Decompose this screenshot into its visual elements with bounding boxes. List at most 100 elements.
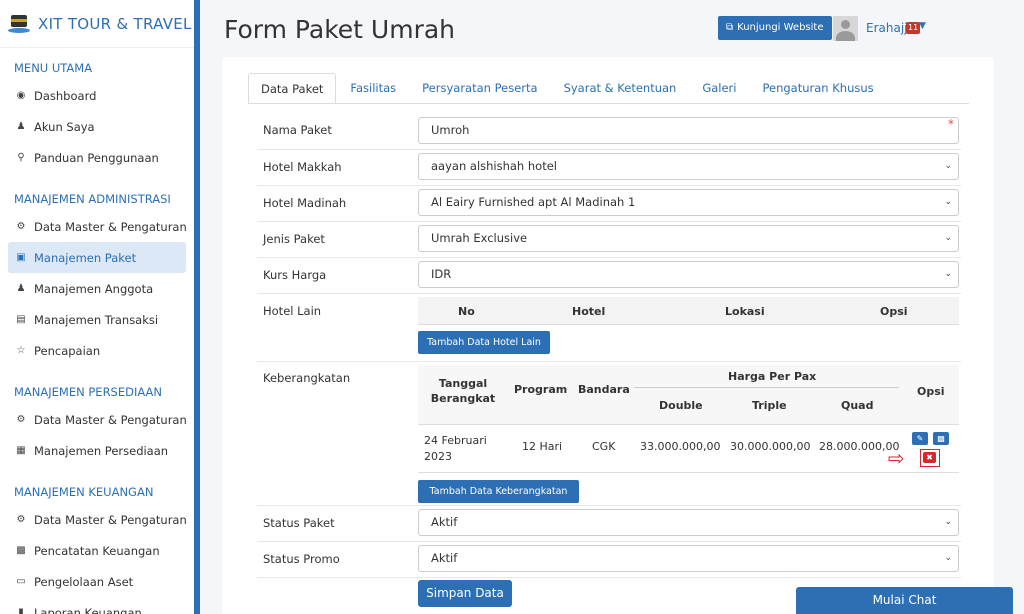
delete-highlight: ✖ <box>920 449 940 467</box>
chart-icon: ▮ <box>18 607 24 614</box>
jenis-paket-select[interactable]: Umrah Exclusive ⌄ <box>418 225 959 252</box>
status-paket-label: Status Paket <box>263 516 335 530</box>
avatar[interactable] <box>833 16 858 41</box>
column-header: Bandara <box>578 383 630 396</box>
hotel-madinah-label: Hotel Madinah <box>263 196 347 210</box>
keberangkatan-label: Keberangkatan <box>263 371 351 385</box>
users-icon: ♟ <box>16 283 26 294</box>
status-promo-select[interactable]: Aktif ⌄ <box>418 545 959 572</box>
sidebar-item-manajemen-transaksi[interactable]: ▤ Manajemen Transaksi <box>0 304 194 335</box>
status-promo-label: Status Promo <box>263 552 340 566</box>
column-header: Lokasi <box>725 305 765 318</box>
column-header: Double <box>659 399 703 412</box>
cubes-icon: ▦ <box>16 445 26 456</box>
form-row-hotel-lain: Hotel Lain No Hotel Lokasi Opsi Tambah D… <box>257 293 961 361</box>
double-price-cell: 33.000.000,00 <box>640 440 721 453</box>
column-header: Quad <box>841 399 874 412</box>
menu-section-heading: MANAJEMEN ADMINISTRASI <box>14 192 171 206</box>
add-hotel-lain-button[interactable]: Tambah Data Hotel Lain <box>418 331 550 354</box>
cart-icon: ▤ <box>16 314 26 325</box>
tabs: Data Paket Fasilitas Persyaratan Peserta… <box>248 73 888 104</box>
form-row-jenis-paket: Jenis Paket Umrah Exclusive ⌄ <box>257 221 961 257</box>
column-header: Triple <box>752 399 787 412</box>
inbox-icon: ▭ <box>16 576 26 587</box>
username[interactable]: Erahajj <box>866 21 908 35</box>
menu-section-heading: MANAJEMEN KEUANGAN <box>14 485 154 499</box>
hotel-lain-table-header: No Hotel Lokasi Opsi <box>418 297 959 325</box>
status-paket-select[interactable]: Aktif ⌄ <box>418 509 959 536</box>
edit-button[interactable]: ✎ <box>912 432 928 445</box>
menu-section-heading: MANAJEMEN PERSEDIAAN <box>14 385 163 399</box>
star-icon: ☆ <box>16 345 26 356</box>
form-row-nama-paket: Nama Paket Umroh * <box>257 113 961 149</box>
hotel-lain-label: Hotel Lain <box>263 304 322 318</box>
menu-section-heading: MENU UTAMA <box>14 61 93 75</box>
kaaba-logo-icon <box>8 13 30 35</box>
tab-persyaratan-peserta[interactable]: Persyaratan Peserta <box>410 73 549 104</box>
jenis-paket-label: Jenis Paket <box>263 232 325 246</box>
tab-pengaturan-khusus[interactable]: Pengaturan Khusus <box>750 73 885 104</box>
sidebar-item-manajemen-paket[interactable]: ▣ Manajemen Paket <box>8 242 186 273</box>
tab-syarat-ketentuan[interactable]: Syarat & Ketentuan <box>552 73 689 104</box>
bandara-cell: CGK <box>592 440 616 453</box>
required-mark: * <box>948 117 954 131</box>
form-card: Data Paket Fasilitas Persyaratan Peserta… <box>222 57 994 614</box>
sidebar-item-panduan[interactable]: ⚲ Panduan Penggunaan <box>0 142 194 173</box>
save-button[interactable]: Simpan Data <box>418 580 512 607</box>
page-title: Form Paket Umrah <box>224 15 456 44</box>
book-icon: ▣ <box>16 252 26 263</box>
sidebar-item-manajemen-anggota[interactable]: ♟ Manajemen Anggota <box>0 273 194 304</box>
sidebar-item-data-master-persediaan[interactable]: ⚙ Data Master & Pengaturan <box>0 404 194 435</box>
hotel-makkah-select[interactable]: aayan alshishah hotel ⌄ <box>418 153 959 180</box>
keberangkatan-table-header: Tanggal Berangkat Program Bandara Harga … <box>418 365 959 425</box>
sidebar-item-pengelolaan-aset[interactable]: ▭ Pengelolaan Aset <box>0 566 194 597</box>
column-header: Opsi <box>917 385 945 398</box>
chevron-down-icon: ⌄ <box>944 269 952 279</box>
chevron-down-icon: ⌄ <box>944 197 952 207</box>
form-row-kurs-harga: Kurs Harga IDR ⌄ <box>257 257 961 293</box>
form-row-hotel-makkah: Hotel Makkah aayan alshishah hotel ⌄ <box>257 149 961 185</box>
tabs-divider <box>248 103 969 104</box>
pencil-icon: ✎ <box>916 434 924 443</box>
tanggal-cell: 24 Februari 2023 <box>424 434 487 463</box>
visit-website-button[interactable]: ⧉ Kunjungi Website <box>718 16 832 40</box>
nama-paket-label: Nama Paket <box>263 123 332 137</box>
start-chat-button[interactable]: Mulai Chat <box>796 587 1013 614</box>
tab-galeri[interactable]: Galeri <box>690 73 748 104</box>
chevron-down-icon: ⌄ <box>944 517 952 527</box>
price-button[interactable]: ▩ <box>933 432 949 445</box>
column-header: Program <box>514 383 568 396</box>
chevron-down-icon: ⌄ <box>944 553 952 563</box>
column-header: Harga Per Pax <box>728 370 817 383</box>
arrow-right-icon: ⇨ <box>888 446 905 470</box>
sidebar-item-manajemen-persediaan[interactable]: ▦ Manajemen Persediaan <box>0 435 194 466</box>
tab-data-paket[interactable]: Data Paket <box>248 73 337 104</box>
chevron-down-icon: ⌄ <box>944 233 952 243</box>
sidebar-item-data-master-keuangan[interactable]: ⚙ Data Master & Pengaturan <box>0 504 194 535</box>
tab-fasilitas[interactable]: Fasilitas <box>338 73 408 104</box>
chevron-down-icon: ⌄ <box>944 161 952 171</box>
caret-down-icon[interactable]: ▼ <box>919 21 926 31</box>
sidebar-item-dashboard[interactable]: ◉ Dashboard <box>0 80 194 111</box>
kurs-harga-label: Kurs Harga <box>263 268 327 282</box>
sidebar-item-laporan-keuangan[interactable]: ▮ Laporan Keuangan <box>0 597 194 614</box>
close-icon: ✖ <box>926 453 933 462</box>
delete-button[interactable]: ✖ <box>923 452 936 463</box>
sidebar-item-pencapaian[interactable]: ☆ Pencapaian <box>0 335 194 366</box>
gears-icon: ⚙ <box>16 414 26 425</box>
hotel-makkah-label: Hotel Makkah <box>263 160 342 174</box>
header-divider <box>634 387 899 388</box>
table-row: 24 Februari 2023 12 Hari CGK 33.000.000,… <box>418 425 959 473</box>
hotel-madinah-select[interactable]: Al Eairy Furnished apt Al Madinah 1 ⌄ <box>418 189 959 216</box>
brand-title: XIT TOUR & TRAVEL <box>38 14 192 33</box>
sidebar-item-data-master[interactable]: ⚙ Data Master & Pengaturan <box>0 211 194 242</box>
add-keberangkatan-button[interactable]: Tambah Data Keberangkatan <box>418 480 579 503</box>
sidebar: XIT TOUR & TRAVEL MENU UTAMA ◉ Dashboard … <box>0 0 200 614</box>
brand[interactable]: XIT TOUR & TRAVEL <box>0 0 194 48</box>
kurs-harga-select[interactable]: IDR ⌄ <box>418 261 959 288</box>
column-header: Tanggal Berangkat <box>430 377 496 405</box>
sidebar-item-akun-saya[interactable]: ♟ Akun Saya <box>0 111 194 142</box>
sidebar-item-pencatatan-keuangan[interactable]: ▩ Pencatatan Keuangan <box>0 535 194 566</box>
nama-paket-input[interactable]: Umroh * <box>418 117 959 144</box>
form-row-keberangkatan: Keberangkatan Tanggal Berangkat Program … <box>257 361 961 505</box>
